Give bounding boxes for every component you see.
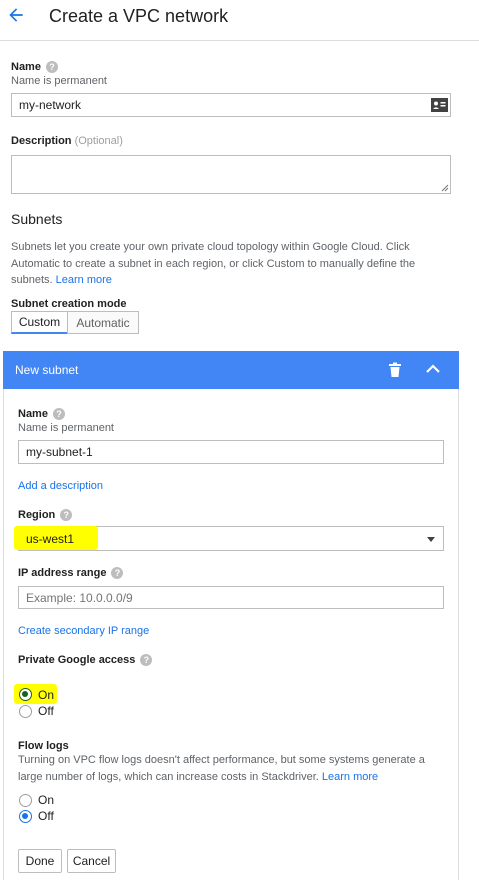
page-header: Create a VPC network	[0, 0, 479, 41]
ip-range-input[interactable]: Example: 10.0.0.0/9	[18, 586, 444, 609]
subnets-heading: Subnets	[11, 211, 63, 227]
flow-logs-label: Flow logs	[18, 740, 69, 752]
subnets-description: Subnets let you create your own private …	[11, 241, 416, 286]
new-subnet-header[interactable]: New subnet	[3, 351, 459, 389]
mode-automatic-button[interactable]: Automatic	[67, 311, 139, 334]
private-access-on-label: On	[38, 688, 55, 702]
description-optional: (Optional)	[74, 135, 123, 147]
add-description-link[interactable]: Add a description	[18, 480, 103, 492]
cancel-button[interactable]: Cancel	[67, 849, 116, 873]
new-subnet-title: New subnet	[15, 363, 79, 377]
ip-range-label-row: IP address range?	[18, 567, 124, 580]
flow-logs-off-radio[interactable]	[19, 810, 32, 823]
done-button[interactable]: Done	[18, 849, 62, 873]
ip-range-label: IP address range	[18, 567, 107, 579]
subnet-name-label-row: Name?	[18, 408, 65, 421]
description-label-row: Description (Optional)	[11, 135, 123, 147]
network-name-value: my-network	[19, 98, 82, 112]
subnet-name-value: my-subnet-1	[26, 445, 93, 459]
private-access-label-row: Private Google access?	[18, 654, 153, 667]
network-name-input[interactable]: my-network	[11, 93, 451, 117]
subnet-mode-label: Subnet creation mode	[11, 298, 127, 310]
subnet-name-input[interactable]: my-subnet-1	[18, 440, 444, 464]
help-icon[interactable]: ?	[60, 509, 73, 522]
flow-logs-learn-more-link[interactable]: Learn more	[322, 771, 378, 783]
region-value: us-west1	[26, 532, 75, 546]
help-icon[interactable]: ?	[45, 61, 58, 74]
help-icon[interactable]: ?	[111, 567, 124, 580]
region-label: Region	[18, 509, 56, 521]
region-label-row: Region?	[18, 509, 73, 522]
flow-logs-description: Turning on VPC flow logs doesn't affect …	[18, 754, 425, 783]
private-access-on-radio[interactable]	[19, 688, 32, 701]
page-title: Create a VPC network	[49, 6, 229, 26]
dropdown-arrow-icon	[427, 537, 435, 542]
ip-range-placeholder: Example: 10.0.0.0/9	[26, 590, 133, 605]
subnet-name-label: Name	[18, 408, 48, 420]
create-secondary-range-link[interactable]: Create secondary IP range	[18, 625, 149, 637]
mode-custom-button[interactable]: Custom	[11, 311, 68, 334]
name-label-row: Name?	[11, 61, 58, 74]
resize-handle-icon[interactable]	[441, 184, 449, 192]
flow-logs-on-radio[interactable]	[19, 794, 32, 807]
description-textarea[interactable]	[11, 155, 451, 194]
arrow-back-icon[interactable]	[6, 5, 26, 25]
help-icon[interactable]: ?	[52, 408, 65, 421]
flow-logs-off-label: Off	[38, 809, 54, 823]
private-access-off-radio[interactable]	[19, 705, 32, 718]
name-label: Name	[11, 61, 41, 73]
private-access-off-label: Off	[38, 704, 54, 718]
flow-logs-on-label: On	[38, 793, 55, 807]
description-label: Description	[11, 135, 72, 147]
name-hint: Name is permanent	[11, 75, 107, 87]
subnet-name-hint: Name is permanent	[18, 422, 114, 434]
chevron-up-icon[interactable]	[425, 363, 441, 375]
delete-icon[interactable]	[388, 362, 402, 378]
contact-card-icon	[431, 98, 448, 112]
learn-more-link[interactable]: Learn more	[56, 274, 112, 286]
private-access-label: Private Google access	[18, 654, 136, 666]
help-icon[interactable]: ?	[140, 654, 153, 667]
